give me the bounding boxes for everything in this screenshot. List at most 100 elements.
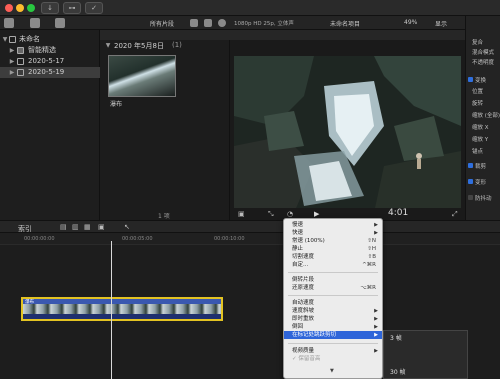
clip-name: 瀑布 xyxy=(110,101,123,108)
menu-item[interactable]: 常速 (100%) ⇧N xyxy=(284,237,382,245)
checkbox-icon[interactable] xyxy=(468,77,473,82)
menu-item-highlighted[interactable]: 在标记处跳跃剪切 ▶ xyxy=(284,331,382,339)
menu-separator xyxy=(288,295,378,296)
clip-audio xyxy=(23,314,221,319)
menu-item[interactable]: 快速 ▶ xyxy=(284,229,382,237)
inspector-row[interactable]: 位置 xyxy=(472,87,483,95)
library-item-label: 智能精选 xyxy=(28,46,56,54)
zoom-level[interactable]: 49% xyxy=(404,19,417,26)
inspector-row[interactable]: 缩放 (全部) xyxy=(472,111,500,119)
library-item-label: 2020-5-19 xyxy=(28,68,65,76)
menu-shortcut: ⇧H xyxy=(367,246,376,252)
checkbox-icon[interactable] xyxy=(468,195,473,200)
photos-icon[interactable] xyxy=(30,18,40,28)
edit-mode-icon[interactable]: ▣ xyxy=(98,223,105,231)
inspector-row[interactable]: 不透明度 xyxy=(472,58,494,66)
view-options-icon[interactable]: ▣ xyxy=(238,210,245,218)
project-name: 未命名项目 xyxy=(330,21,361,28)
libraries-icon[interactable] xyxy=(4,18,14,28)
disclosure-triangle-icon[interactable]: ▶ xyxy=(9,67,15,78)
clip-thumbnail[interactable] xyxy=(108,55,176,97)
library-item-smart[interactable]: ▶ 智能精选 xyxy=(0,45,100,56)
titles-icon[interactable] xyxy=(55,18,65,28)
filter-dropdown[interactable]: 所有片段 xyxy=(150,19,174,28)
library-item-event-selected[interactable]: ▶ 2020-5-19 xyxy=(0,67,100,78)
collapse-triangle-icon[interactable]: ▼ xyxy=(105,42,111,49)
date-group-count: (1) xyxy=(172,41,182,49)
select-tool-icon[interactable]: ↖ xyxy=(124,223,130,231)
menu-item-label: ✓ 保留音高 xyxy=(292,356,321,362)
video-frame[interactable] xyxy=(234,56,461,213)
disclosure-triangle-icon[interactable]: ▶ xyxy=(9,45,15,56)
submenu-item[interactable]: 3 帧 xyxy=(390,333,402,342)
ruler-label: 00:00:10:00 xyxy=(214,236,245,242)
menu-shortcut: ⌥⌘R xyxy=(360,285,376,291)
zoom-window-button[interactable] xyxy=(27,4,35,12)
inspector-row: 裁剪 xyxy=(475,164,487,170)
library-item-event[interactable]: ▶ 2020-5-17 xyxy=(0,56,100,67)
display-menu[interactable]: 显示 xyxy=(435,19,447,28)
menu-item[interactable]: 视频质量 ▶ xyxy=(284,347,382,355)
import-icon[interactable]: ↓ xyxy=(41,2,59,14)
menu-item[interactable]: 速度斜坡 ▶ xyxy=(284,307,382,315)
speed-icon[interactable]: ◔ xyxy=(287,210,293,218)
inspector-panel: 复合 混合模式 不透明度 变换 位置 旋转 缩放 (全部) 缩放 X 缩放 Y … xyxy=(465,16,500,220)
timecode-display: 4:01 xyxy=(388,208,409,218)
inspector-row[interactable]: 旋转 xyxy=(472,99,483,107)
viewer-format: 1080p HD 25p, 立体声 xyxy=(234,21,294,27)
search-icon[interactable] xyxy=(218,19,226,27)
append-clip-icon[interactable]: ▤ xyxy=(60,223,67,231)
menu-item[interactable]: 静止 ⇧H xyxy=(284,245,382,253)
clip-filmstrip xyxy=(23,304,221,314)
menu-item-label: 倒转片段 xyxy=(292,277,315,283)
transform-icon[interactable]: ⤡ xyxy=(268,210,274,219)
menu-item-label: 静止 xyxy=(292,246,304,252)
inspector-row[interactable]: 锚点 xyxy=(472,147,483,155)
menu-item-label: 自定... xyxy=(292,262,309,268)
menu-item[interactable]: 自定... ^⌘R xyxy=(284,261,382,269)
viewer-panel: ▣ ⤡ ◔ ▶ 4:01 ⤢ xyxy=(230,30,465,220)
inspector-row[interactable]: 缩放 X xyxy=(472,123,489,131)
menu-item[interactable]: ✓ 保留音高 xyxy=(284,355,382,363)
disclosure-triangle-icon[interactable]: ▶ xyxy=(9,56,15,67)
browser-panel: ▼ 2020 年5月8日 (1) 瀑布 1 项 xyxy=(100,30,230,220)
menu-item-label: 即时重放 xyxy=(292,316,315,322)
library-root[interactable]: ▼ 未命名 xyxy=(0,34,100,45)
menu-separator xyxy=(288,272,378,273)
menu-shortcut: ⇧B xyxy=(367,254,376,260)
inspector-row[interactable]: 混合模式 xyxy=(472,48,494,56)
submenu-arrow-icon: ▶ xyxy=(374,332,378,338)
submenu-item[interactable]: 30 帧 xyxy=(390,367,406,376)
inspector-row[interactable]: 缩放 Y xyxy=(472,135,488,143)
event-icon xyxy=(17,58,24,65)
close-window-button[interactable] xyxy=(5,4,13,12)
menu-shortcut: ⇧N xyxy=(367,238,376,244)
play-icon[interactable]: ▶ xyxy=(314,210,319,218)
disclosure-triangle-icon[interactable]: ▼ xyxy=(2,34,8,45)
overwrite-clip-icon[interactable]: ▦ xyxy=(84,223,91,231)
menu-item[interactable]: 自动速度 xyxy=(284,299,382,307)
toolbar: 所有片段 1080p HD 25p, 立体声 未命名项目 49% 显示 xyxy=(0,16,500,30)
menu-item-label: 在标记处跳跃剪切 xyxy=(292,332,337,338)
playhead[interactable] xyxy=(111,241,112,379)
waveform-icon[interactable] xyxy=(204,19,212,27)
filmstrip-view-icon[interactable] xyxy=(190,19,198,27)
submenu-arrow-icon: ▶ xyxy=(374,308,378,314)
timeline-clip[interactable]: 瀑布 xyxy=(21,297,223,321)
scroll-down-arrow-icon[interactable]: ▼ xyxy=(330,368,334,374)
menu-item[interactable]: 还原速度 ⌥⌘R xyxy=(284,284,382,292)
fullscreen-icon[interactable]: ⤢ xyxy=(452,210,458,219)
check-icon[interactable]: ✓ xyxy=(85,2,103,14)
keyword-icon[interactable]: ⊶ xyxy=(63,2,81,14)
menu-item[interactable]: 慢速 ▶ xyxy=(284,221,382,229)
checkbox-icon[interactable] xyxy=(468,163,473,168)
timeline-ruler[interactable]: 00:00:00:00 00:00:05:00 00:00:10:00 xyxy=(0,233,500,245)
menu-item[interactable]: 切割速度 ⇧B xyxy=(284,253,382,261)
minimize-window-button[interactable] xyxy=(16,4,24,12)
menu-item-label: 视频质量 xyxy=(292,348,315,354)
menu-item[interactable]: 倒回 ▶ xyxy=(284,323,382,331)
menu-item[interactable]: 倒转片段 xyxy=(284,276,382,284)
insert-clip-icon[interactable]: ▥ xyxy=(72,223,79,231)
menu-item[interactable]: 即时重放 ▶ xyxy=(284,315,382,323)
checkbox-icon[interactable] xyxy=(468,179,473,184)
